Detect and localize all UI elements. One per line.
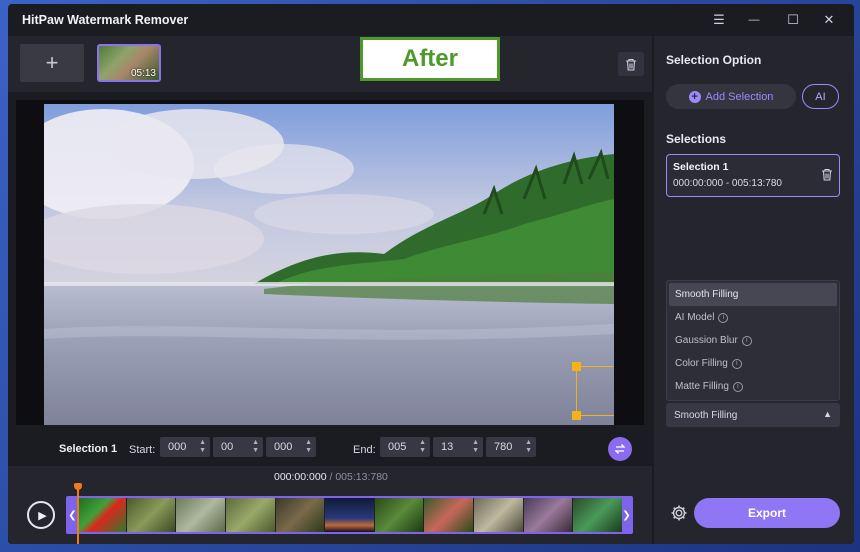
frame-thumbnail bbox=[325, 498, 375, 532]
info-icon[interactable]: i bbox=[731, 358, 742, 369]
video-thumbnail[interactable]: 05:13 bbox=[97, 44, 161, 82]
video-frame bbox=[44, 104, 614, 425]
start-minutes-input[interactable]: 000 ▲ ▼ bbox=[160, 437, 210, 457]
options-panel: Selection Option + Add Selection AI Sele… bbox=[654, 36, 854, 544]
frame-thumbnail bbox=[424, 498, 475, 532]
plus-circle-icon: + bbox=[688, 90, 701, 103]
thumbnail-duration: 05:13 bbox=[130, 68, 156, 79]
time-readout: 000:00:000 / 005:13:780 bbox=[274, 471, 388, 483]
fill-option-smooth[interactable]: Smooth Filling bbox=[669, 283, 837, 306]
title-bar: HitPaw Watermark Remover ☰ — ☐ ✕ bbox=[8, 4, 854, 36]
frame-thumbnails bbox=[77, 498, 622, 532]
resize-handle-bottom-left[interactable] bbox=[572, 411, 581, 420]
frame-thumbnail bbox=[225, 498, 276, 532]
play-icon: ▶ bbox=[38, 509, 47, 522]
frame-thumbnail bbox=[275, 498, 326, 532]
current-time: 000:00:000 bbox=[274, 471, 327, 483]
trash-icon bbox=[626, 58, 636, 71]
end-label: End: bbox=[353, 444, 376, 456]
resize-handle-top-left[interactable] bbox=[572, 362, 581, 371]
selection-time-controls: Selection 1 Start: 000 ▲ ▼ 00 ▲ ▼ 000 ▲ ▼ End:… bbox=[8, 433, 652, 465]
stepper-icon[interactable]: ▲ ▼ bbox=[525, 439, 532, 455]
watermark-selection-box[interactable] bbox=[572, 362, 614, 420]
stepper-icon[interactable]: ▲ ▼ bbox=[199, 439, 206, 455]
end-ms-input[interactable]: 780 ▲ ▼ bbox=[486, 437, 536, 457]
info-icon[interactable]: i bbox=[741, 335, 752, 346]
end-minutes-input[interactable]: 005 ▲ ▼ bbox=[380, 437, 430, 457]
menu-icon[interactable]: ☰ bbox=[704, 10, 734, 30]
swap-icon bbox=[614, 444, 626, 454]
end-seconds-input[interactable]: 13 ▲ ▼ bbox=[433, 437, 483, 457]
frame-thumbnail bbox=[176, 498, 226, 532]
frame-thumbnail bbox=[573, 498, 622, 532]
delete-selection-button[interactable] bbox=[821, 168, 833, 184]
frame-thumbnail bbox=[374, 498, 425, 532]
minimize-icon[interactable]: — bbox=[739, 10, 769, 30]
editor-area: + 05:13 After Selection 1 Start: 000 ▲ ▼… bbox=[8, 36, 652, 544]
timeline-strip[interactable]: ❮ ❯ bbox=[66, 496, 633, 534]
info-icon[interactable]: i bbox=[732, 381, 743, 392]
add-file-button[interactable]: + bbox=[20, 44, 84, 82]
play-button[interactable]: ▶ bbox=[27, 501, 55, 529]
swap-button[interactable] bbox=[608, 437, 632, 461]
trim-handle-left[interactable]: ❮ bbox=[68, 498, 77, 532]
playhead-knob[interactable] bbox=[74, 483, 82, 490]
start-ms-input[interactable]: 000 ▲ ▼ bbox=[266, 437, 316, 457]
fill-option-matte[interactable]: Matte Filling i bbox=[669, 375, 837, 398]
gear-icon bbox=[671, 505, 687, 521]
add-selection-button[interactable]: + Add Selection bbox=[666, 84, 796, 109]
after-label: After bbox=[360, 37, 500, 81]
settings-button[interactable] bbox=[670, 504, 688, 525]
selections-title: Selections bbox=[666, 132, 727, 146]
frame-thumbnail bbox=[474, 498, 524, 532]
fill-mode-select[interactable]: Smooth Filling ▲ bbox=[666, 403, 840, 427]
app-title: HitPaw Watermark Remover bbox=[22, 13, 189, 27]
trim-handle-right[interactable]: ❯ bbox=[622, 498, 631, 532]
fill-option-gaussian-blur[interactable]: Gaussion Blur i bbox=[669, 329, 837, 352]
total-time: 005:13:780 bbox=[335, 471, 388, 483]
start-seconds-input[interactable]: 00 ▲ ▼ bbox=[213, 437, 263, 457]
info-icon[interactable]: i bbox=[718, 312, 729, 323]
start-label: Start: bbox=[129, 444, 156, 456]
selection-option-title: Selection Option bbox=[666, 53, 762, 67]
ai-button[interactable]: AI bbox=[802, 84, 839, 109]
selection-card-range: 000:00:000 - 005:13:780 bbox=[673, 178, 782, 189]
selection-card-title: Selection 1 bbox=[673, 161, 729, 173]
beach-scene-image bbox=[44, 104, 614, 425]
fill-mode-dropdown-menu: Smooth Filling AI Model i Gaussion Blur … bbox=[666, 280, 840, 401]
export-button[interactable]: Export bbox=[694, 498, 840, 528]
app-window: HitPaw Watermark Remover ☰ — ☐ ✕ + 05:13… bbox=[8, 4, 854, 544]
stepper-icon[interactable]: ▲ ▼ bbox=[419, 439, 426, 455]
file-bar: + 05:13 After bbox=[8, 36, 652, 92]
video-preview bbox=[16, 100, 644, 425]
stepper-icon[interactable]: ▲ ▼ bbox=[472, 439, 479, 455]
playhead[interactable] bbox=[77, 488, 79, 544]
stepper-icon[interactable]: ▲ ▼ bbox=[305, 439, 312, 455]
selection-card[interactable]: Selection 1 000:00:000 - 005:13:780 bbox=[666, 154, 840, 197]
frame-thumbnail bbox=[77, 498, 127, 532]
close-icon[interactable]: ✕ bbox=[814, 10, 844, 30]
stepper-icon[interactable]: ▲ ▼ bbox=[252, 439, 259, 455]
current-selection-label: Selection 1 bbox=[59, 443, 118, 455]
frame-thumbnail bbox=[126, 498, 177, 532]
maximize-icon[interactable]: ☐ bbox=[778, 10, 808, 30]
delete-file-button[interactable] bbox=[618, 52, 644, 76]
chevron-up-icon: ▲ bbox=[823, 409, 832, 419]
fill-option-ai-model[interactable]: AI Model i bbox=[669, 306, 837, 329]
fill-option-color[interactable]: Color Filling i bbox=[669, 352, 837, 375]
trash-icon bbox=[822, 168, 832, 181]
frame-thumbnail bbox=[523, 498, 574, 532]
timeline-panel: 000:00:000 / 005:13:780 ▶ ❮ ❯ bbox=[8, 466, 652, 544]
